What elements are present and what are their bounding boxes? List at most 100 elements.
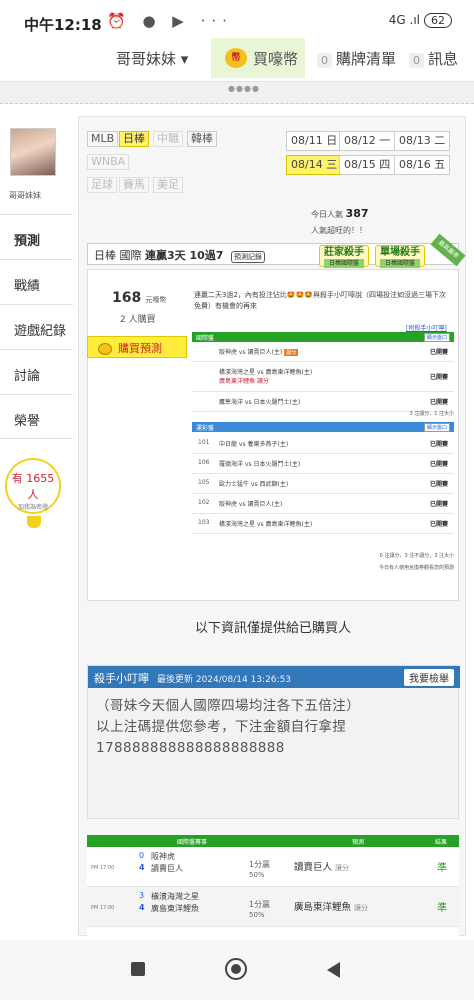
table-row: 103 橫濱海灣之星 vs 廣島東洋鯉魚(主) 已開賽 — [192, 514, 454, 534]
price-value: 168 — [112, 290, 142, 306]
game-name: 橫濱海灣之星 vs 廣島東洋鯉魚(主) 廣島東洋鯉魚 讓分 — [219, 369, 313, 385]
dealer-killer-badge: 莊家殺手 日棒國際盤 — [319, 245, 369, 268]
sidebar: 哥哥妹妹 預測 戰績 遊戲紀錄 討論 榮譽 有 1655 人 加我為密燈 — [0, 116, 73, 916]
pick-league: 日棒 國際 — [94, 249, 142, 262]
lottery-table: 運彩盤 顯示盤口 101 中日龍 vs 養樂多燕子(主) 已開賽 106 羅德海洋 vs… — [192, 422, 454, 548]
tab-wnba[interactable]: WNBA — [87, 154, 130, 170]
message-label: 訊息 — [428, 50, 459, 68]
main-panel: MLB 日棒 中職 韓棒 WNBA 足球 賽馬 美足 08/11 日 08/12… — [78, 116, 466, 937]
status-icons: ⏰ ● ▶ ··· — [107, 12, 233, 30]
buy-prediction-label: 購買預測 — [118, 342, 162, 355]
date-0815[interactable]: 08/15 四 — [339, 155, 396, 175]
table-row: PM 17:00 0 阪神虎 4 讀賣巨人 1分贏 50% 讀賣巨人 讓分 準 — [87, 847, 459, 887]
killer-tips-updated: 最後更新 2024/08/14 13:26:53 — [157, 675, 292, 685]
pick-streak: 連贏3天 10過7 — [145, 249, 224, 262]
dealer-killer-label: 莊家殺手 — [324, 247, 364, 258]
user-menu[interactable]: 哥哥妹妹 ▾ — [116, 48, 188, 69]
follower-label: 加我為密燈 — [17, 504, 48, 511]
status-right: 4G .ıl 62 — [389, 13, 452, 28]
buy-coin-label: 買嚎幣 — [253, 50, 299, 68]
table-row: 阪神虎 vs 讀賣巨人(主) 讓分 已開賽 — [192, 342, 454, 362]
top-nav: 哥哥妹妹 ▾ 幣 買嚎幣 0 購牌清單 0 訊息 — [0, 38, 474, 82]
intl-table: 國際盤 顯示盤口 阪神虎 vs 讀賣巨人(主) 讓分 已開賽 橫濱海灣之星 vs 廣島… — [192, 332, 454, 420]
killer-tips-link[interactable]: [附殺手小叮嚀] — [406, 323, 447, 332]
avatar-name: 哥哥妹妹 — [9, 191, 41, 200]
buy-coin-tab[interactable]: 幣 買嚎幣 — [211, 38, 305, 78]
sidebar-item-history[interactable]: 遊戲紀錄 — [0, 304, 73, 349]
tab-horse[interactable]: 賽馬 — [119, 177, 149, 193]
handicap-tag: 讓分 — [284, 349, 299, 356]
coin-icon — [98, 343, 112, 355]
avatar[interactable] — [10, 128, 56, 176]
badge-sub-label: 日棒國際盤 — [380, 259, 420, 268]
date-0813[interactable]: 08/13 二 — [394, 131, 451, 151]
message-link[interactable]: 0 訊息 — [409, 48, 458, 69]
signal-icon: 4G .ıl — [388, 13, 420, 27]
bulb-icon — [27, 516, 41, 528]
tab-mlb[interactable]: MLB — [87, 131, 119, 147]
sidebar-item-predict[interactable]: 預測 — [0, 214, 73, 259]
popularity-label: 今日人氣 — [311, 210, 343, 219]
price-unit: 元嚎幣 — [145, 296, 167, 304]
tab-soccer[interactable]: 足球 — [87, 177, 117, 193]
table-row: 105 歐力士猛牛 vs 西武獅(主) 已開賽 — [192, 474, 454, 494]
date-0812[interactable]: 08/12 一 — [339, 131, 396, 151]
prediction-card: 168 元嚎幣 2 人購買 連贏二天3過2，內有投注佔比🤩🤩🤩與殺手小叮嚀說（四… — [87, 269, 459, 601]
killer-tips-panel: 殺手小叮嚀 最後更新 2024/08/14 13:26:53 我要檢舉 （哥妹今天個… — [87, 665, 460, 819]
popularity-value: 387 — [345, 207, 369, 220]
table-row: 鷹隼海洋 vs 日本火腿鬥士(主) 已開賽 — [192, 392, 454, 412]
coin-icon: 幣 — [225, 48, 247, 68]
game-status: 已開賽 — [429, 399, 448, 406]
intl-summary: 3 注讓分，1 注大小 — [409, 411, 454, 417]
cart-link[interactable]: 0 購牌清單 — [317, 48, 396, 69]
lottery-show-odds-button[interactable]: 顯示盤口 — [423, 423, 450, 432]
table-row: PM 17:00 3 橫濱海灣之星 4 廣島東洋鯉魚 1分贏 50% 廣島東洋鯉魚 讓… — [87, 887, 459, 927]
tab-nfl[interactable]: 美足 — [153, 177, 183, 193]
intl-show-odds-button[interactable]: 顯示盤口 — [423, 333, 450, 342]
sidebar-item-honor[interactable]: 榮譽 — [0, 394, 73, 439]
game-name: 鷹隼海洋 vs 日本火腿鬥士(主) — [219, 399, 301, 406]
lottery-title: 運彩盤 — [196, 425, 215, 432]
lottery-summary: 0 注讓分，3 注不讓分，3 注大小 — [379, 553, 454, 559]
single-killer-badge: 單場殺手 日棒國際盤 — [375, 245, 425, 268]
popularity: 今日人氣 387 — [311, 207, 369, 220]
tab-jpb[interactable]: 日棒 — [119, 131, 149, 147]
prediction-record-button[interactable]: 預測記錄 — [230, 251, 265, 263]
battery-icon: 62 — [424, 13, 452, 28]
carousel-dots[interactable]: ●●●● — [228, 84, 260, 93]
home-icon[interactable] — [225, 958, 247, 980]
sidebar-item-record[interactable]: 戰績 — [0, 259, 73, 304]
game-status: 已開賽 — [429, 374, 448, 381]
buy-prediction-button[interactable]: 購買預測 — [87, 336, 187, 358]
badge-sub-label: 日棒國際盤 — [324, 259, 364, 268]
table-row: 橫濱海灣之星 vs 廣島東洋鯉魚(主) 廣島東洋鯉魚 讓分 已開賽 — [192, 362, 454, 392]
android-nav-bar — [0, 940, 474, 1000]
single-killer-label: 單場殺手 — [380, 247, 420, 258]
message-count: 0 — [409, 53, 424, 68]
game-name: 阪神虎 vs 讀賣巨人(主) 讓分 — [219, 349, 299, 356]
tab-cpbl[interactable]: 中職 — [153, 131, 183, 147]
cart-count: 0 — [317, 53, 332, 68]
result-correct: 準 — [437, 903, 447, 914]
sidebar-item-discuss[interactable]: 討論 — [0, 349, 73, 394]
date-0816[interactable]: 08/16 五 — [394, 155, 451, 175]
buyer-count: 2 人購買 — [120, 315, 156, 325]
killer-tips-body: （哥妹今天個人國際四場均注各下五倍注） 以上注碼提供您參考，下注金額自行拿捏 1… — [96, 698, 361, 756]
follower-count: 有 1655 人 — [11, 472, 55, 501]
lottery-table-header: 運彩盤 顯示盤口 — [192, 422, 454, 432]
date-0811[interactable]: 08/11 日 — [286, 131, 343, 151]
match-table-header: 國際盤賽事 預測 結果 — [87, 835, 459, 847]
price: 168 元嚎幣 — [112, 290, 166, 306]
tab-kbo[interactable]: 韓棒 — [187, 131, 217, 147]
voucher-note: 今日有人使用兌換券觀看您的預測 — [378, 565, 454, 571]
follower-bulb[interactable]: 有 1655 人 加我為密燈 — [5, 458, 61, 528]
date-0814[interactable]: 08/14 三 — [286, 155, 343, 175]
table-row: 102 阪神虎 vs 讀賣巨人(主) 已開賽 — [192, 494, 454, 514]
buyers-only-notice: 以下資訊僅提供給已購買人 — [194, 621, 351, 636]
report-button[interactable]: 我要檢舉 — [404, 669, 454, 686]
back-icon[interactable] — [327, 962, 340, 978]
killer-tips-header: 殺手小叮嚀 最後更新 2024/08/14 13:26:53 我要檢舉 — [88, 666, 460, 688]
match-result-table: 國際盤賽事 預測 結果 PM 17:00 0 阪神虎 4 讀賣巨人 1分贏 50% 讀… — [87, 835, 459, 937]
recent-apps-icon[interactable] — [131, 962, 145, 976]
popularity-sub: 人氣超旺的！！ — [311, 226, 367, 235]
